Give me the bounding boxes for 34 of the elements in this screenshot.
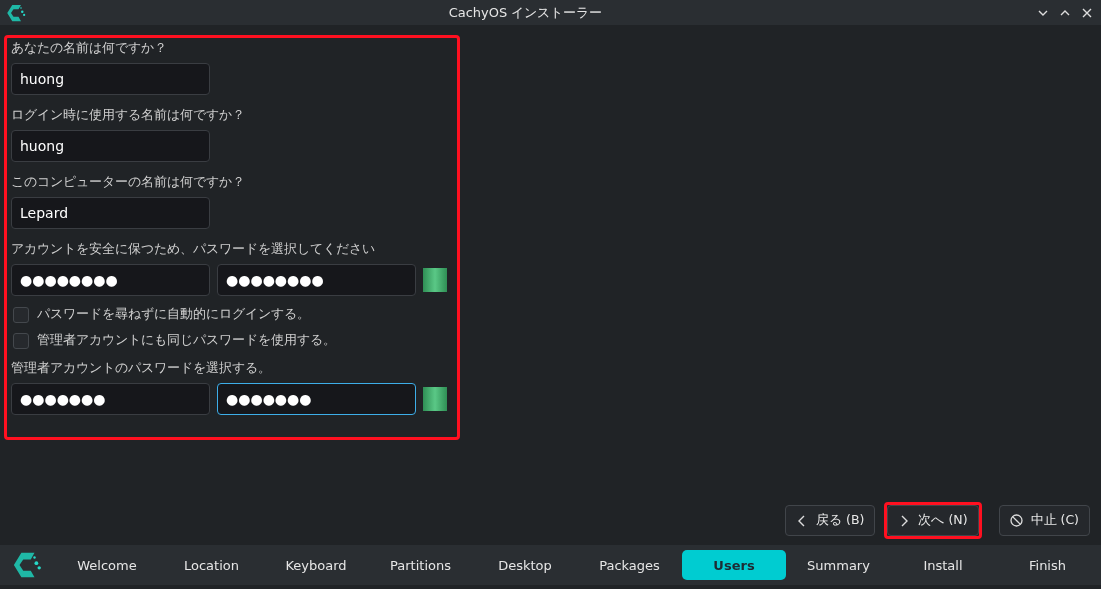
cancel-icon [1009, 514, 1023, 527]
field-label: 管理者アカウントのパスワードを選択する。 [11, 360, 272, 377]
step-tab[interactable]: Packages [577, 550, 682, 580]
step-tab[interactable]: Users [682, 550, 786, 580]
field-label: このコンピューターの名前は何ですか？ [11, 174, 246, 191]
password-field[interactable]: ●●●●●●●● [217, 264, 416, 296]
input-field[interactable]: huong [11, 130, 210, 162]
step-tab[interactable]: Install [891, 550, 995, 580]
step-tab[interactable]: Location [159, 550, 264, 580]
window-title: CachyOS インストーラー [447, 3, 604, 22]
input-field[interactable]: Lepard [11, 197, 210, 229]
step-tab[interactable]: Finish [995, 550, 1100, 580]
step-tab[interactable]: Keyboard [264, 550, 368, 580]
logo-icon [12, 550, 42, 580]
checkbox-label: パスワードを尋ねずに自動的にログインする。 [37, 306, 310, 323]
field-label: あなたの名前は何ですか？ [11, 40, 168, 57]
step-tab[interactable]: Welcome [55, 550, 159, 580]
field-label: ログイン時に使用する名前は何ですか？ [11, 107, 246, 124]
step-tab[interactable]: Partitions [368, 550, 473, 580]
field-label: アカウントを安全に保つため、パスワードを選択してください [11, 241, 376, 258]
checkbox[interactable] [13, 306, 29, 323]
step-tab[interactable]: Summary [786, 550, 891, 580]
close-icon[interactable] [1081, 6, 1093, 19]
password-field[interactable]: ●●●●●●● [217, 383, 416, 415]
password-field[interactable]: ●●●●●●●● [11, 264, 210, 296]
logo-icon [6, 2, 26, 23]
password-field[interactable]: ●●●●●●● [11, 383, 210, 415]
checkbox-label: 管理者アカウントにも同じパスワードを使用する。 [37, 332, 336, 349]
cancel-button[interactable]: 中止 (C) [998, 505, 1090, 536]
back-button[interactable]: 戻る (B) [785, 505, 876, 536]
next-button[interactable]: 次へ (N) [887, 505, 979, 536]
input-field[interactable]: huong [11, 63, 210, 95]
step-tab[interactable]: Desktop [473, 550, 577, 580]
checkbox[interactable] [13, 332, 29, 349]
